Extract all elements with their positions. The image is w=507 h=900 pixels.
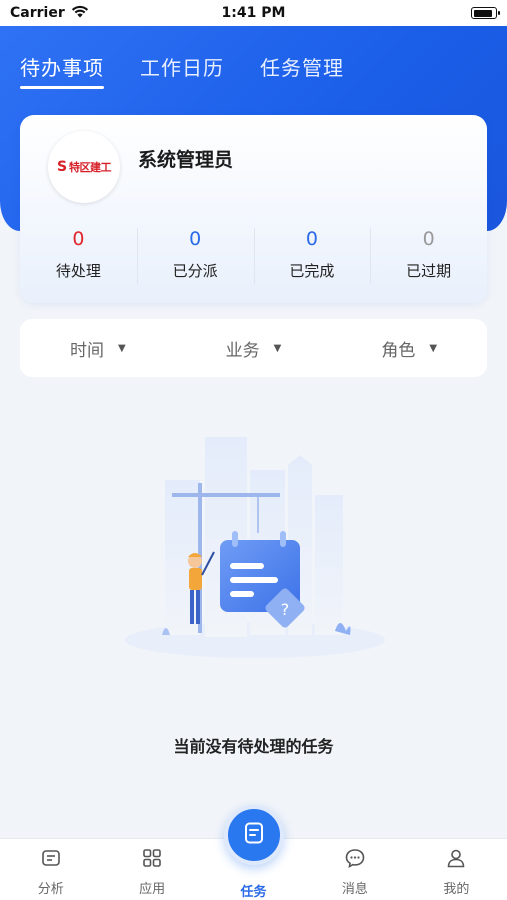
stat-completed[interactable]: 0 已完成 [253, 228, 371, 284]
tab-profile[interactable]: 我的 [406, 839, 507, 900]
stat-label: 待处理 [55, 262, 101, 280]
logo-text: 特区建工 [69, 161, 112, 174]
stat-label: 已过期 [406, 262, 452, 280]
empty-state-message: 当前没有待处理的任务 [173, 737, 334, 756]
caret-down-icon: ▼ [273, 342, 282, 354]
tab-label: 我的 [443, 882, 470, 897]
tab-label: 分析 [37, 882, 64, 897]
filter-bar: 时间 ▼ 业务 ▼ 角色 ▼ [20, 319, 487, 377]
caret-down-icon: ▼ [117, 342, 126, 354]
battery-icon [471, 7, 500, 19]
user-name: 系统管理员 [138, 149, 234, 171]
empty-state-illustration: ? [110, 425, 400, 675]
stat-label: 已完成 [289, 262, 335, 280]
filter-time-dropdown[interactable]: 时间 ▼ [20, 336, 176, 361]
task-center-button[interactable] [224, 805, 284, 865]
profile-card: S 特区建工 系统管理员 0 待处理 0 已分派 0 已完成 0 已过期 [20, 115, 487, 303]
stat-assigned[interactable]: 0 已分派 [136, 228, 254, 284]
tab-label: 任务 [240, 885, 267, 900]
filter-label: 时间 [69, 340, 104, 361]
tab-analysis[interactable]: 分析 [0, 839, 101, 900]
tab-work-calendar[interactable]: 工作日历 [140, 52, 224, 89]
filter-label: 业务 [225, 340, 260, 361]
stat-value: 0 [305, 228, 318, 250]
tab-task-management[interactable]: 任务管理 [260, 52, 344, 89]
status-left: Carrier [10, 5, 89, 22]
carrier-label: Carrier [10, 5, 65, 21]
filter-business-dropdown[interactable]: 业务 ▼ [176, 336, 332, 361]
svg-text:?: ? [281, 600, 290, 619]
wifi-icon [71, 5, 89, 22]
stats-row: 0 待处理 0 已分派 0 已完成 0 已过期 [20, 228, 487, 284]
company-logo: S 特区建工 [48, 131, 120, 203]
top-tabs: 待办事项 工作日历 任务管理 [20, 52, 344, 89]
tab-todo[interactable]: 待办事项 [20, 52, 104, 89]
tab-label: 消息 [341, 882, 368, 897]
tab-apps[interactable]: 应用 [101, 839, 202, 900]
logo-mark-icon: S [56, 159, 68, 175]
stat-value: 0 [72, 228, 85, 250]
stat-value: 0 [189, 228, 202, 250]
tab-label: 应用 [139, 882, 166, 897]
user-icon [445, 847, 467, 873]
filter-role-dropdown[interactable]: 角色 ▼ [331, 336, 487, 361]
stat-expired[interactable]: 0 已过期 [370, 228, 487, 284]
status-bar: Carrier 1:41 PM [0, 0, 507, 26]
filter-label: 角色 [381, 340, 416, 361]
task-icon [241, 820, 267, 850]
stat-label: 已分派 [172, 262, 218, 280]
apps-grid-icon [141, 847, 163, 873]
caret-down-icon: ▼ [429, 342, 438, 354]
tab-messages[interactable]: 消息 [304, 839, 405, 900]
message-icon [344, 847, 366, 873]
stat-pending[interactable]: 0 待处理 [20, 228, 137, 281]
analysis-icon [40, 847, 62, 873]
stat-value: 0 [422, 228, 435, 250]
